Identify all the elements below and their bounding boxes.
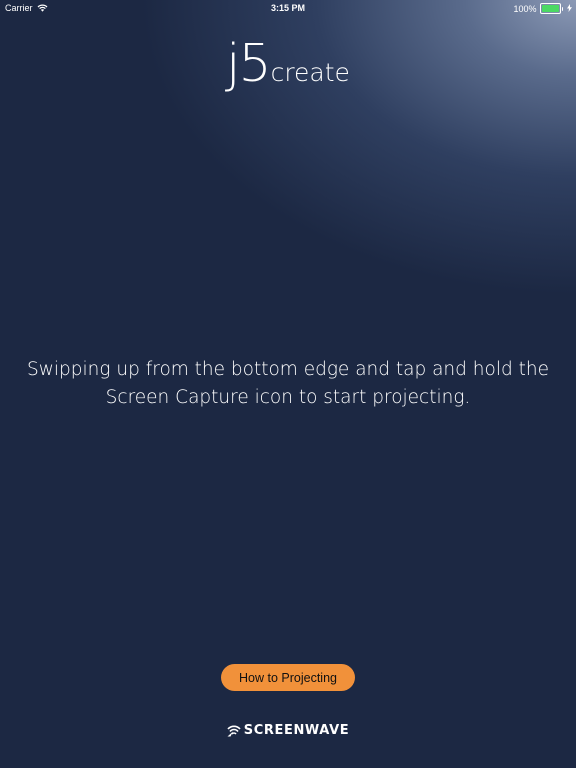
charging-bolt-icon <box>567 3 572 14</box>
status-right: 100% <box>513 3 572 14</box>
instruction-text: Swipping up from the bottom edge and tap… <box>20 356 556 412</box>
battery-body <box>539 3 561 14</box>
battery-cap <box>561 6 563 11</box>
status-time: 3:15 PM <box>270 3 305 13</box>
screenwave-brand: SCREENWAVE <box>0 723 576 738</box>
battery-fill <box>541 5 559 12</box>
status-bar: Carrier 3:15 PM 100% <box>0 0 576 16</box>
instruction-line-1: Swipping up from the bottom edge and tap… <box>27 359 549 380</box>
battery-icon <box>539 3 563 14</box>
logo-word: create <box>270 58 350 87</box>
screenwave-logo-icon <box>227 724 241 737</box>
logo-mark: j5 <box>226 34 272 94</box>
app-screen: Carrier 3:15 PM 100% j5create Swipping u… <box>0 0 576 768</box>
battery-percent: 100% <box>513 3 537 14</box>
brand-name: SCREENWAVE <box>243 723 350 738</box>
instruction-line-2: Screen Capture icon to start projecting. <box>105 387 471 408</box>
j5create-logo: j5create <box>0 38 576 90</box>
how-to-projecting-button[interactable]: How to Projecting <box>221 664 355 691</box>
